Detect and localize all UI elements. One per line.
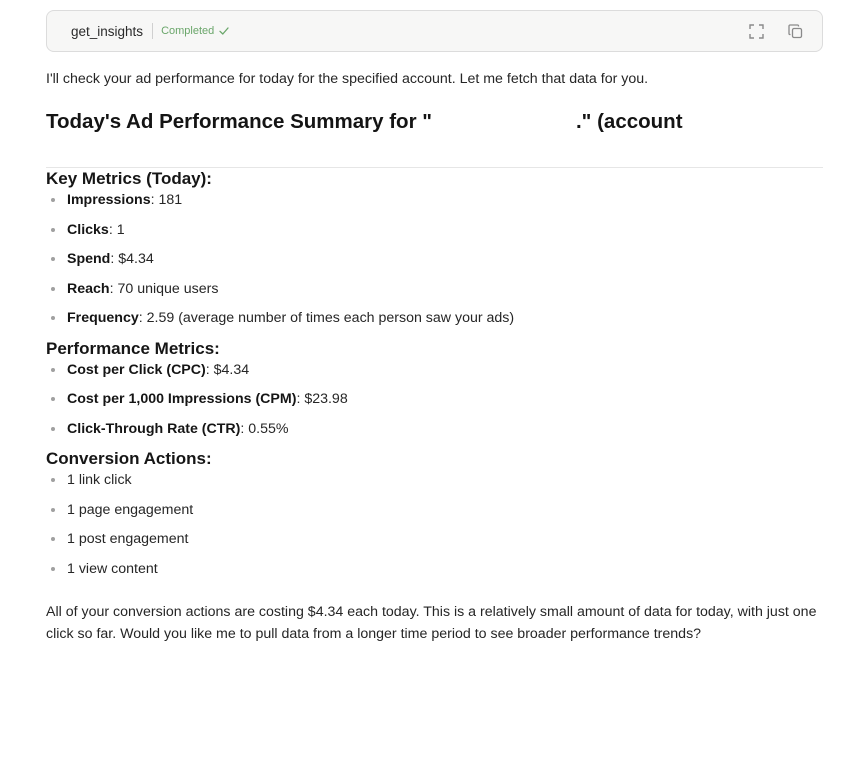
list-item: Spend: $4.34	[46, 249, 823, 279]
summary-title-prefix: Today's Ad Performance Summary for "	[46, 110, 432, 133]
list-item: 1 view content	[46, 559, 823, 589]
performance-metrics-heading: Performance Metrics:	[46, 338, 220, 358]
list-item: Clicks: 1	[46, 220, 823, 250]
summary-title: Today's Ad Performance Summary for " ." (…	[46, 110, 823, 134]
conversion-actions-list: 1 link click 1 page engagement 1 post en…	[46, 470, 823, 588]
metric-label: Impressions	[67, 192, 151, 208]
summary-title-suffix: ." (account	[575, 110, 683, 133]
metric-value: : 1	[108, 221, 125, 238]
key-metrics-heading: Key Metrics (Today):	[46, 169, 212, 188]
list-item: 1 link click	[46, 470, 823, 500]
metric-value: : $23.98	[296, 391, 348, 407]
metric-label: Frequency	[67, 310, 139, 326]
tool-call-card[interactable]: get_insights Completed	[46, 10, 823, 52]
intro-text: I'll check your ad performance for today…	[46, 71, 649, 87]
list-item: Cost per Click (CPC): $4.34	[46, 360, 823, 390]
metric-value: : $4.34	[110, 251, 154, 267]
metric-value: : 181	[150, 192, 183, 208]
list-item: 1 page engagement	[46, 500, 823, 530]
list-item: Cost per 1,000 Impressions (CPM): $23.98	[46, 389, 823, 419]
metric-value: : $4.34	[205, 361, 250, 378]
list-item: Reach: 70 unique users	[46, 279, 823, 309]
metric-value: : 0.55%	[240, 420, 289, 437]
performance-metrics-list: Cost per Click (CPC): $4.34 Cost per 1,0…	[46, 360, 823, 449]
metric-label: Spend	[67, 251, 111, 267]
tool-actions	[748, 23, 804, 40]
conversion-actions-heading: Conversion Actions:	[46, 449, 212, 468]
metric-label: Cost per 1,000 Impressions (CPM)	[67, 391, 297, 407]
tool-divider	[152, 23, 154, 39]
expand-icon[interactable]	[748, 23, 765, 40]
list-item: Frequency: 2.59 (average number of times…	[46, 308, 823, 338]
metric-label: Clicks	[67, 221, 109, 238]
tool-name: get_insights	[71, 23, 144, 39]
metric-value: : 2.59 (average number of times each per…	[138, 310, 515, 326]
list-item: 1 post engagement	[46, 529, 823, 559]
metric-label: Cost per Click (CPC)	[67, 361, 206, 378]
list-item: Click-Through Rate (CTR): 0.55%	[46, 419, 823, 449]
redacted-account-name	[431, 113, 576, 132]
copy-icon[interactable]	[787, 23, 804, 40]
assistant-message: get_insights Completed I'll check your a…	[46, 10, 823, 645]
metric-value: : 70 unique users	[109, 280, 219, 297]
list-item: Impressions: 181	[46, 190, 823, 220]
tool-status: Completed	[161, 25, 215, 37]
closing-text: All of your conversion actions are costi…	[46, 604, 817, 642]
metric-label: Reach	[67, 280, 110, 297]
check-icon	[219, 27, 229, 35]
key-metrics-list: Impressions: 181 Clicks: 1 Spend: $4.34 …	[46, 190, 823, 338]
metric-label: Click-Through Rate (CTR)	[67, 420, 241, 437]
